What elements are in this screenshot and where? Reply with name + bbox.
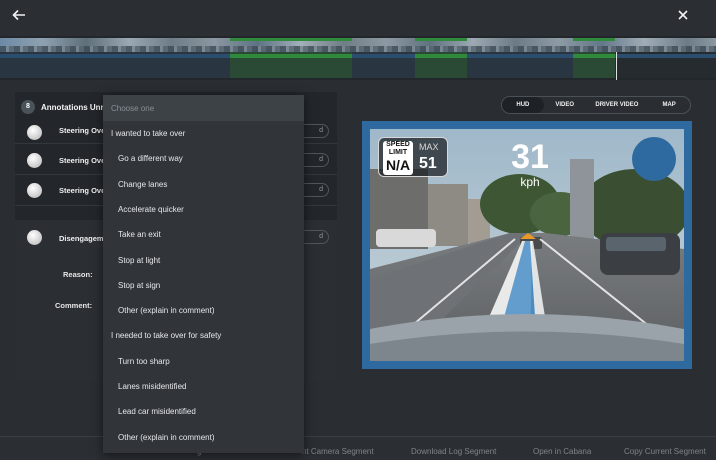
speed-limit-line1: SPEED (386, 141, 410, 148)
annotations-header[interactable]: 8 Annotations Unres (21, 98, 113, 116)
copy-current-segment-link[interactable]: Copy Current Segment (624, 447, 706, 456)
dropdown-option[interactable]: Other (explain in comment) (103, 299, 304, 323)
dropdown-group-option[interactable]: I wanted to take over (103, 122, 304, 146)
tab-driver-video[interactable]: DRIVER VIDEO (586, 97, 649, 113)
download-camera-segment-link[interactable]: nt Camera Segment (302, 447, 374, 456)
dropdown-option[interactable]: Accelerate quicker (103, 198, 304, 222)
speed-limit-sign: SPEED LIMIT N/A (383, 141, 413, 175)
dropdown-option[interactable]: Stop at light (103, 249, 304, 273)
timeline-thumbnails (0, 38, 716, 52)
annotations-title: Annotations Unres (41, 102, 113, 112)
reason-label: Reason: (63, 270, 93, 279)
hud-video-frame[interactable]: SPEED LIMIT N/A MAX 51 31 kph (362, 121, 692, 369)
dropdown-option[interactable]: Lanes misidentified (103, 375, 304, 399)
current-speed: 31 (511, 138, 549, 176)
dropdown-option[interactable]: Stop at sign (103, 274, 304, 298)
timeline[interactable] (0, 36, 716, 80)
dropdown-option[interactable]: Other (explain in comment) (103, 426, 304, 450)
top-bar (0, 0, 716, 36)
annotation-label: Disengageme (59, 234, 108, 243)
download-log-segment-link[interactable]: Download Log Segment (411, 447, 496, 456)
speed-limit-box: SPEED LIMIT N/A MAX 51 (378, 137, 448, 177)
annotations-count-badge: 8 (21, 100, 35, 114)
max-value: 51 (419, 155, 437, 172)
reason-dropdown[interactable]: Choose one I wanted to take over Go a dif… (103, 95, 304, 453)
comment-label: Comment: (55, 301, 93, 310)
annotation-label: Steering Over (59, 156, 109, 165)
speed-limit-value: N/A (385, 157, 411, 173)
dropdown-option[interactable]: Take an exit (103, 223, 304, 247)
hud-video: SPEED LIMIT N/A MAX 51 31 kph (370, 129, 684, 361)
dropdown-option[interactable]: Go a different way (103, 147, 304, 171)
tab-hud[interactable]: HUD (502, 97, 544, 113)
dropdown-group-option[interactable]: I needed to take over for safety (103, 324, 304, 348)
close-icon[interactable] (674, 8, 692, 26)
annotation-label: Steering Over (59, 186, 109, 195)
video-panel: HUD VIDEO DRIVER VIDEO MAP SPEED LIMIT N… (348, 92, 704, 374)
dropdown-option[interactable]: Change lanes (103, 173, 304, 197)
timeline-segments (0, 52, 716, 78)
speed-limit-line2: LIMIT (388, 149, 408, 156)
dropdown-placeholder: Choose one (111, 104, 155, 113)
dropdown-option[interactable]: Turn too sharp (103, 350, 304, 374)
dropdown-option[interactable]: Lead car misidentified (103, 400, 304, 424)
max-label: MAX (419, 142, 439, 152)
tab-video[interactable]: VIDEO (544, 97, 586, 113)
annotation-label: Steering Over (59, 126, 109, 135)
view-tabs: HUD VIDEO DRIVER VIDEO MAP (501, 96, 691, 114)
reason-dropdown-header[interactable]: Choose one (103, 95, 304, 121)
annotation-status-dot (27, 153, 42, 168)
open-in-cabana-link[interactable]: Open in Cabana (533, 447, 591, 456)
annotation-status-dot (27, 183, 42, 198)
tab-map[interactable]: MAP (648, 97, 690, 113)
speed-unit: kph (520, 175, 540, 189)
annotation-status-dot (27, 125, 42, 140)
timeline-cursor[interactable] (616, 52, 617, 80)
back-arrow-icon[interactable] (12, 8, 30, 26)
annotation-status-dot (27, 230, 42, 245)
